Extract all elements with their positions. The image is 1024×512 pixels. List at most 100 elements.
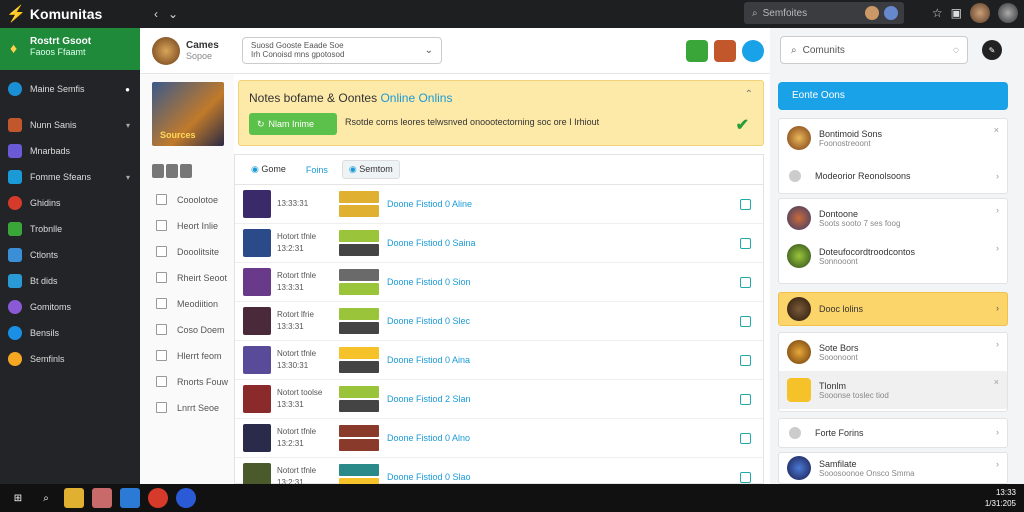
checkbox[interactable] <box>156 350 167 361</box>
close-icon[interactable]: × <box>994 125 999 135</box>
tool-button[interactable] <box>166 164 178 178</box>
checkbox[interactable] <box>740 432 751 444</box>
avatar[interactable] <box>970 3 990 23</box>
game-button[interactable] <box>714 40 736 62</box>
checkbox[interactable] <box>156 194 167 205</box>
chevron-right-icon[interactable]: › <box>996 205 999 215</box>
table-row[interactable]: Rotort tfnle 13:3:31 Doone Fistiod 0 Sion <box>235 263 763 302</box>
sidebar-item[interactable]: Bt dids <box>0 268 140 294</box>
community-card[interactable]: Sote Bors Sooonoont › Tlonlm Sooonse toslec… <box>778 332 1008 412</box>
row-link[interactable]: Doone Fistiod 0 Alno <box>387 433 477 443</box>
community-card-selected[interactable]: Dooc lolins › <box>778 292 1008 326</box>
check-icon[interactable]: ✔ <box>736 115 749 135</box>
friend-avatar[interactable] <box>884 6 898 20</box>
chevron-right-icon[interactable]: › <box>996 243 999 253</box>
table-row[interactable]: Notort tfnle 13:30:31 Doone Fistiod 0 Ain… <box>235 341 763 380</box>
sidebar-item[interactable]: Semfinls <box>0 346 140 372</box>
collapse-icon[interactable]: ⌃ <box>745 89 753 100</box>
checkbox[interactable] <box>740 471 751 483</box>
checkbox[interactable] <box>156 272 167 283</box>
tool-button[interactable] <box>152 164 164 178</box>
tag-stack <box>339 269 379 295</box>
top-search[interactable]: ⌕ Semfoites <box>744 2 904 24</box>
browser-icon[interactable] <box>148 488 168 508</box>
game-cover[interactable]: Sources <box>152 82 224 146</box>
chevron-right-icon[interactable]: › <box>996 303 999 313</box>
checkbox[interactable] <box>156 402 167 413</box>
chevron-right-icon[interactable]: › <box>996 171 999 181</box>
window-icon[interactable]: ▣ <box>951 6 962 20</box>
row-link[interactable]: Doone Fistiod 2 Slan <box>387 394 477 404</box>
checkbox[interactable] <box>156 298 167 309</box>
row-link[interactable]: Doone Fistiod 0 Slec <box>387 316 477 326</box>
community-search[interactable]: ⌕ Comunits ◌ <box>780 36 968 64</box>
avatar[interactable] <box>998 3 1018 23</box>
avatar[interactable] <box>152 36 180 65</box>
table-row[interactable]: Hotort tfnle 13:2:31 Doone Fistiod 0 Sain… <box>235 224 763 263</box>
tab-foins[interactable]: Foins <box>300 162 334 178</box>
sidebar-highlight[interactable]: ♦ Rostrt Gsoot Faoos Ffaamt <box>0 28 140 70</box>
checkbox[interactable] <box>740 354 751 366</box>
settings-icon[interactable]: ◌ <box>953 45 959 56</box>
friend-avatar[interactable] <box>865 6 879 20</box>
row-link[interactable]: Doone Fistiod 0 Aline <box>387 199 477 209</box>
app-icon[interactable] <box>176 488 196 508</box>
row-link[interactable]: Doone Fistiod 0 Slao <box>387 472 477 482</box>
header-select[interactable]: Suosd Gooste Eaade Soe Irh Conoisd mns gp… <box>242 37 442 64</box>
mail-icon[interactable] <box>120 488 140 508</box>
sidebar-item[interactable]: Ghidins <box>0 190 140 216</box>
refresh-button[interactable] <box>742 40 764 62</box>
folder-icon[interactable] <box>64 488 84 508</box>
community-card[interactable]: Dontoone Soots sooto 7 ses foog › Doteufoc… <box>778 198 1008 284</box>
app-logo[interactable]: ⚡ Komunitas <box>0 4 140 24</box>
checkbox[interactable] <box>156 324 167 335</box>
table-row[interactable]: Rotort lfrie 13:3:31 Doone Fistiod 0 Slec <box>235 302 763 341</box>
row-link[interactable]: Doone Fistiod 0 Saina <box>387 238 477 248</box>
checkbox[interactable] <box>156 376 167 387</box>
checkbox[interactable] <box>740 393 751 405</box>
checkbox[interactable] <box>740 198 751 210</box>
row-link[interactable]: Doone Fistiod 0 Aina <box>387 355 477 365</box>
sidebar-item[interactable]: Trobnlle <box>0 216 140 242</box>
community-card[interactable]: Bontimoid Sons Foonostreoont × Modeorior R… <box>778 118 1008 194</box>
radio[interactable] <box>789 170 801 182</box>
sidebar-item[interactable]: Fomme Sfeans ▾ <box>0 164 140 190</box>
checkbox[interactable] <box>156 246 167 257</box>
community-card[interactable]: Forte Forins › <box>778 418 1008 448</box>
checkbox[interactable] <box>156 220 167 231</box>
tab-semtom[interactable]: ◉ Semtom <box>341 160 400 179</box>
sidebar-item[interactable]: Gomitoms <box>0 294 140 320</box>
checkbox[interactable] <box>740 315 751 327</box>
compose-button[interactable]: ✎ <box>982 40 1002 60</box>
chevron-right-icon[interactable]: › <box>996 459 999 469</box>
checkbox[interactable] <box>740 237 751 249</box>
radio[interactable] <box>789 427 801 439</box>
sidebar-item[interactable]: Maine Semfis ● <box>0 76 140 102</box>
tag-stack <box>339 386 379 412</box>
chevron-down-icon[interactable]: ⌄ <box>168 7 178 21</box>
checkbox[interactable] <box>740 276 751 288</box>
table-row[interactable]: Notort toolse 13:3:31 Doone Fistiod 2 Sla… <box>235 380 763 419</box>
app-icon[interactable] <box>92 488 112 508</box>
chevron-right-icon[interactable]: › <box>996 339 999 349</box>
sidebar-item[interactable]: Mnarbads <box>0 138 140 164</box>
close-icon[interactable]: × <box>994 377 999 387</box>
tool-button[interactable] <box>180 164 192 178</box>
search-icon[interactable]: ⌕ <box>36 488 56 508</box>
tab-gome[interactable]: ◉ Gome <box>245 161 292 178</box>
banner-button[interactable]: ↻ Nlam Inime <box>249 113 337 135</box>
table-row[interactable]: 13:33:31 Doone Fistiod 0 Aline <box>235 185 763 224</box>
star-icon[interactable]: ☆ <box>932 6 943 20</box>
clock[interactable]: 13:33 1/31:205 <box>985 487 1016 509</box>
community-card[interactable]: Samfilate Sooosoonoe Onsco Smma › <box>778 452 1008 484</box>
sidebar-item[interactable]: Bensils <box>0 320 140 346</box>
sidebar-item[interactable]: Nunn Sanis ▾ <box>0 112 140 138</box>
table-row[interactable]: Notort tfnle 13:2:31 Doone Fistiod 0 Alno <box>235 419 763 458</box>
panel-header[interactable]: Eonte Oons <box>778 82 1008 110</box>
game-button[interactable] <box>686 40 708 62</box>
sidebar-item[interactable]: Ctlonts <box>0 242 140 268</box>
windows-icon[interactable]: ⊞ <box>8 488 28 508</box>
row-link[interactable]: Doone Fistiod 0 Sion <box>387 277 477 287</box>
chevron-right-icon[interactable]: › <box>996 427 999 437</box>
back-icon[interactable]: ‹ <box>154 7 158 21</box>
